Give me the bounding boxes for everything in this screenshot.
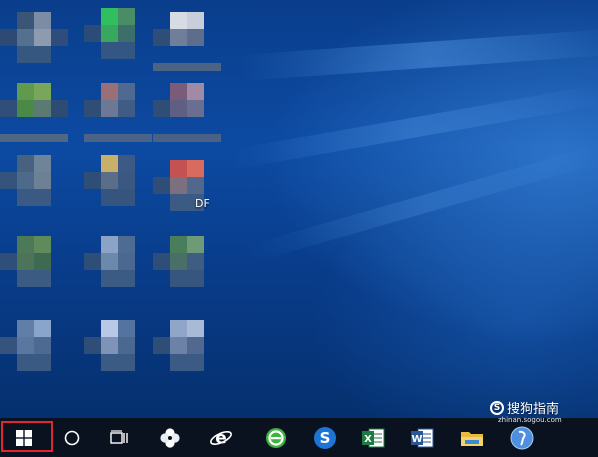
sogou-guide-watermark: S 搜狗指南 (490, 398, 559, 417)
internet-explorer-button[interactable]: e (199, 418, 243, 457)
desktop-icon-pixelated[interactable] (153, 12, 223, 82)
desktop-icon-pixelated[interactable] (0, 320, 70, 390)
desktop-icon-pixelated[interactable] (153, 83, 223, 153)
sogou-watermark-icon: S (490, 400, 504, 415)
wallpaper-light-beam (247, 146, 598, 263)
word-button[interactable]: W (400, 418, 444, 457)
desktop-icon-pixelated[interactable] (0, 83, 70, 153)
excel-icon: X (362, 428, 385, 447)
globe-icon (510, 426, 534, 449)
green-e-icon (266, 427, 286, 448)
desktop-icon-pixelated[interactable] (84, 320, 154, 390)
watermark-label: 搜狗指南 (507, 402, 560, 417)
desktop-icon-pixelated[interactable] (84, 8, 154, 78)
task-view-button[interactable] (97, 418, 141, 457)
desktop-icon-pixelated[interactable] (84, 83, 154, 153)
desktop-icon-label: DF (195, 197, 210, 210)
ie-icon: e (210, 428, 232, 448)
word-icon: W (411, 428, 434, 447)
desktop-icon-pixelated[interactable] (153, 160, 223, 230)
watermark-url: zhinan.sogou.com (498, 416, 562, 424)
start-button-highlight (1, 421, 53, 452)
svg-text:e: e (215, 428, 227, 448)
pinwheel-icon (160, 427, 180, 448)
green-browser-button[interactable] (254, 418, 298, 457)
file-explorer-button[interactable] (450, 418, 494, 457)
desktop-icon-pixelated[interactable] (84, 236, 154, 306)
folder-icon (461, 431, 483, 446)
sogou-s-icon: S (314, 426, 336, 449)
desktop-icon-pixelated[interactable] (0, 12, 70, 82)
desktop-icon-pixelated[interactable] (84, 155, 154, 225)
sogou-browser-button[interactable]: S (303, 418, 347, 457)
task-view-icon (110, 429, 128, 444)
desktop-wallpaper: DF (0, 0, 598, 418)
desktop-icon-pixelated[interactable] (153, 320, 223, 390)
cortana-circle-icon (64, 430, 80, 445)
wallpaper-light-beam (228, 84, 598, 170)
pinwheel-app-button[interactable] (148, 418, 192, 457)
desktop-icon-pixelated[interactable] (153, 236, 223, 306)
svg-text:X: X (364, 434, 372, 445)
search-button[interactable] (50, 418, 94, 457)
wallpaper-light-beam (239, 28, 598, 81)
svg-text:W: W (411, 434, 422, 445)
desktop-icon-pixelated[interactable] (0, 155, 70, 225)
svg-text:S: S (320, 429, 331, 447)
desktop-icon-pixelated[interactable] (0, 236, 70, 306)
excel-button[interactable]: X (351, 418, 395, 457)
